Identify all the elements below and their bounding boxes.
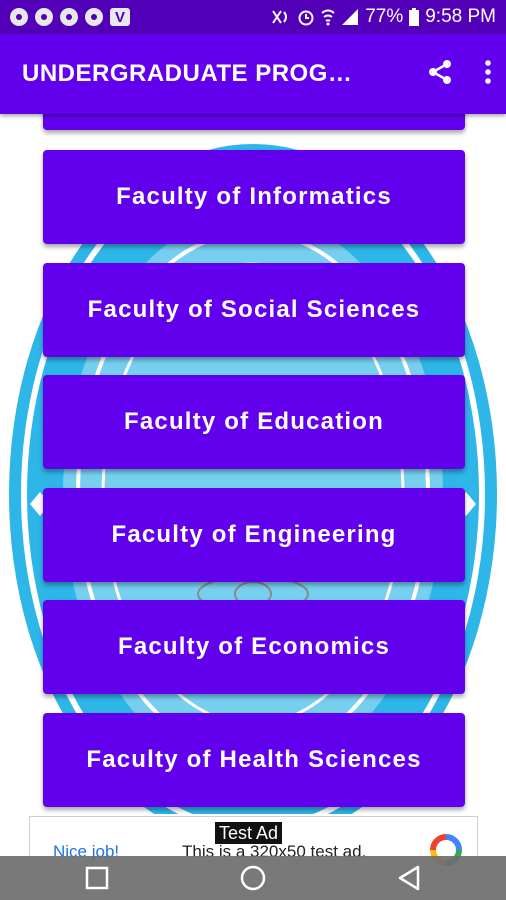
notification-icon: [85, 8, 103, 26]
back-button[interactable]: [374, 856, 444, 900]
faculty-economics-button[interactable]: Faculty of Economics: [43, 600, 465, 694]
recents-button[interactable]: [62, 856, 132, 900]
ad-test-label: Test Ad: [215, 822, 283, 844]
status-bar: V 77% 9:58 PM: [0, 0, 506, 34]
battery-percent: 77%: [365, 6, 404, 27]
navigation-bar: [0, 856, 506, 900]
faculty-engineering-button[interactable]: Faculty of Engineering: [43, 488, 465, 582]
v-app-icon: V: [110, 8, 130, 26]
more-vert-icon[interactable]: [484, 59, 492, 90]
app-bar: UNDERGRADUATE PROG…: [0, 34, 506, 114]
notification-icon: [10, 8, 28, 26]
faculty-education-button[interactable]: Faculty of Education: [43, 375, 465, 469]
notification-icons: V: [10, 8, 130, 26]
nfc-icon: [271, 9, 291, 25]
battery-icon: [409, 8, 420, 26]
recents-icon: [85, 866, 109, 890]
faculty-informatics-button[interactable]: Faculty of Informatics: [43, 150, 465, 244]
share-icon[interactable]: [426, 58, 454, 91]
alarm-icon: [297, 8, 315, 26]
faculty-health-sciences-button[interactable]: Faculty of Health Sciences: [43, 713, 465, 807]
clock: 9:58 PM: [425, 6, 496, 27]
faculty-button-partial[interactable]: [43, 114, 465, 130]
notification-icon: [60, 8, 78, 26]
wifi-icon: [321, 8, 335, 26]
signal-icon: [341, 8, 359, 26]
faculty-list[interactable]: Faculty of Informatics Faculty of Social…: [0, 114, 506, 814]
home-button[interactable]: [218, 856, 288, 900]
faculty-social-sciences-button[interactable]: Faculty of Social Sciences: [43, 263, 465, 357]
back-icon: [398, 865, 420, 891]
app-title: UNDERGRADUATE PROG…: [22, 60, 353, 87]
notification-icon: [35, 8, 53, 26]
home-icon: [240, 865, 266, 891]
